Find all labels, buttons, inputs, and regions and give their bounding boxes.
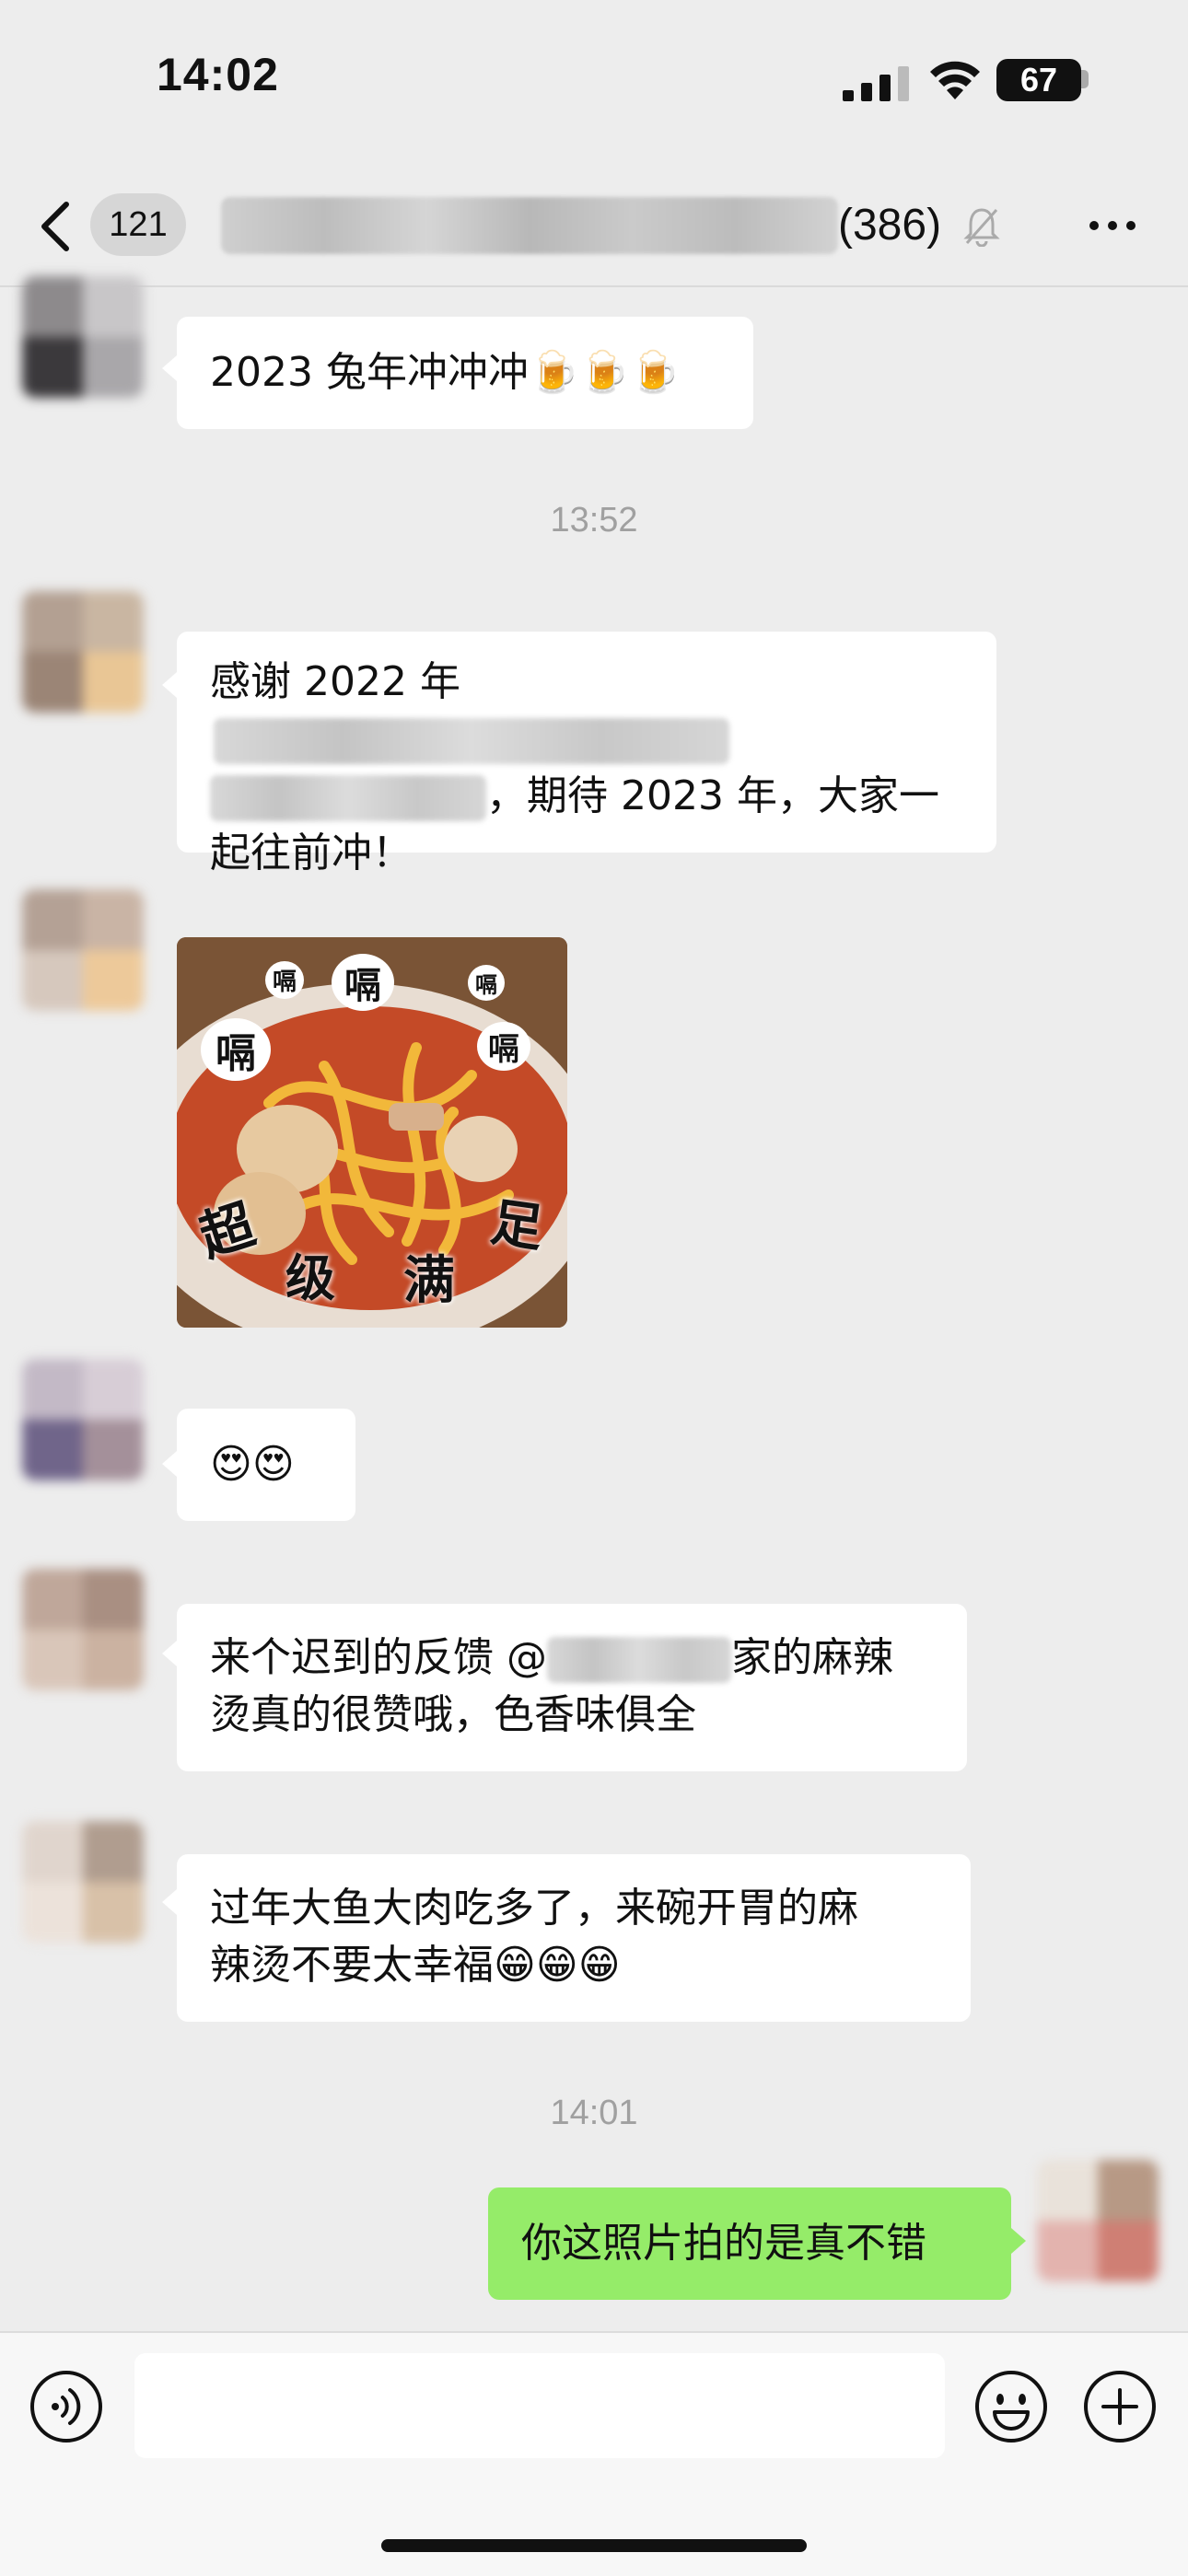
message-bubble[interactable]: 来个迟到的反馈 @ 家的麻辣 烫真的很赞哦，色香味俱全 (177, 1604, 967, 1771)
sticker-caption: 嗝 (265, 961, 305, 999)
message-text: 烫真的很赞哦，色香味俱全 (210, 1691, 696, 1738)
own-message-bubble[interactable]: 你这照片拍的是真不错 (488, 2187, 1011, 2300)
avatar[interactable] (22, 889, 144, 1011)
battery-tip (1081, 70, 1089, 88)
message-bubble[interactable]: 感谢 2022 年 ，期待 2023 年，大家一 起往前冲！ (177, 632, 996, 876)
message-bubble[interactable]: 😍😍 (177, 1409, 355, 1521)
unread-count-badge[interactable]: 121 (90, 193, 186, 256)
battery-icon: 67 (996, 59, 1081, 101)
bubble-tail (162, 1641, 177, 1666)
avatar[interactable] (22, 591, 144, 713)
bubble-tail (1011, 2228, 1026, 2254)
status-time: 14:02 (157, 49, 279, 100)
avatar[interactable] (22, 1569, 144, 1690)
timestamp: 13:52 (550, 501, 638, 540)
emoji-icon[interactable] (973, 2368, 1050, 2445)
message-bubble[interactable]: 过年大鱼大肉吃多了，来碗开胃的麻 辣烫不要太幸福😁😁😁 (177, 1854, 971, 2022)
message-text: 家的麻辣 (731, 1634, 893, 1681)
noodle-sticker-image[interactable]: 嗝 嗝 嗝 嗝 嗝 超 级 满 足 (177, 937, 567, 1328)
bubble-tail (162, 355, 177, 381)
redacted-text (214, 718, 729, 764)
bubble-tail (162, 1451, 177, 1477)
wifi-icon (930, 61, 980, 99)
sticker-caption: 嗝 (332, 954, 394, 1011)
message-text: 来个迟到的反馈 @ (210, 1634, 547, 1681)
bubble-tail (162, 672, 177, 698)
message-text: 过年大鱼大肉吃多了，来碗开胃的麻 (210, 1885, 858, 1932)
sticker-word: 足 (487, 1192, 547, 1259)
message-input[interactable] (134, 2353, 945, 2458)
chat-title-redacted (221, 197, 838, 254)
home-indicator (381, 2539, 807, 2552)
sticker-caption: 嗝 (477, 1022, 530, 1071)
redacted-mention (547, 1637, 731, 1683)
message-text: 辣烫不要太幸福😁😁😁 (210, 1942, 621, 1989)
avatar[interactable] (22, 276, 144, 398)
plus-icon[interactable] (1081, 2368, 1159, 2445)
sticker-caption: 嗝 (201, 1018, 271, 1081)
timestamp: 14:01 (550, 2094, 638, 2132)
sticker-word: 满 (403, 1251, 455, 1311)
redacted-text (210, 775, 486, 821)
nav-divider (0, 285, 1188, 287)
sticker-word: 级 (285, 1249, 335, 1307)
signal-icon (843, 66, 909, 101)
member-count: (386) (838, 201, 942, 249)
mute-bell-icon (963, 208, 1000, 247)
avatar[interactable] (22, 1821, 144, 1943)
more-icon[interactable] (1087, 212, 1138, 239)
avatar[interactable] (22, 1359, 144, 1480)
back-arrow-icon[interactable] (37, 199, 74, 254)
message-text: 感谢 2022 年 (210, 658, 460, 705)
message-bubble[interactable]: 2023 兔年冲冲冲🍺🍺🍺 (177, 317, 753, 429)
own-avatar[interactable] (1037, 2160, 1159, 2281)
sticker-caption: 嗝 (468, 965, 505, 1001)
voice-icon[interactable] (28, 2368, 105, 2445)
message-text: ，期待 2023 年，大家一 (486, 772, 939, 819)
bubble-tail (162, 1889, 177, 1915)
message-text: 起往前冲！ (210, 830, 413, 876)
